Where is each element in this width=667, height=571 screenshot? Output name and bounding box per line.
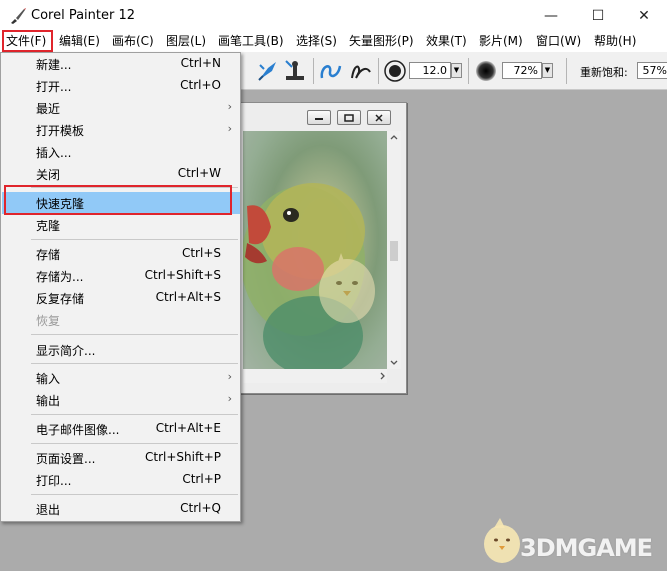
horizontal-scrollbar[interactable] <box>243 369 387 383</box>
parrot-image <box>243 183 375 369</box>
menu-help[interactable]: 帮助(H) <box>594 33 636 50</box>
file-menu-dropdown: 新建... Ctrl+N 打开... Ctrl+O 最近 › 打开模板 › 插入… <box>0 52 241 522</box>
chevron-right-icon: › <box>227 100 232 113</box>
menu-item-exit[interactable]: 退出 Ctrl+Q <box>2 498 240 520</box>
menu-edit[interactable]: 编辑(E) <box>59 33 100 50</box>
menu-select[interactable]: 选择(S) <box>296 33 337 50</box>
menu-effects[interactable]: 效果(T) <box>426 33 467 50</box>
toolbar-separator <box>468 58 469 84</box>
chevron-right-icon: › <box>227 122 232 135</box>
toolbar-separator <box>566 58 567 84</box>
menu-item-email-image[interactable]: 电子邮件图像... Ctrl+Alt+E <box>2 418 240 440</box>
chevron-right-icon: › <box>227 370 232 383</box>
menu-item-clone[interactable]: 克隆 <box>2 214 240 236</box>
document-title-bar <box>237 103 406 131</box>
brush-size-icon <box>384 60 406 82</box>
window-title: Corel Painter 12 <box>31 8 136 23</box>
menu-separator <box>31 414 238 415</box>
menu-item-close[interactable]: 关闭 Ctrl+W <box>2 163 240 185</box>
menu-window[interactable]: 窗口(W) <box>536 33 581 50</box>
menu-item-export[interactable]: 输出 › <box>2 389 240 411</box>
menu-item-iterative-save[interactable]: 反复存储 Ctrl+Alt+S <box>2 287 240 309</box>
menu-canvas[interactable]: 画布(C) <box>112 33 154 50</box>
vertical-scrollbar[interactable] <box>387 131 401 369</box>
menu-item-save-as[interactable]: 存储为... Ctrl+Shift+S <box>2 265 240 287</box>
restore-icon <box>344 113 354 122</box>
menu-separator <box>31 363 238 364</box>
stamp-icon[interactable] <box>283 58 307 84</box>
minimize-button[interactable]: — <box>528 0 574 31</box>
scrollbar-arrows <box>390 135 398 365</box>
stroke-freehand-icon[interactable] <box>348 58 374 84</box>
menu-movie[interactable]: 影片(M) <box>479 33 523 50</box>
toolbar-separator <box>313 58 314 84</box>
close-button[interactable]: ✕ <box>621 0 667 31</box>
opacity-field[interactable]: 72% <box>502 62 542 79</box>
chevron-right-icon: › <box>227 392 232 405</box>
doc-restore-button[interactable] <box>337 110 361 125</box>
menu-item-insert[interactable]: 插入... <box>2 141 240 163</box>
resaturation-field[interactable]: 57% <box>637 62 667 79</box>
menu-vector-shapes[interactable]: 矢量图形(P) <box>349 33 414 50</box>
scrollbar-arrows <box>380 372 385 380</box>
watermark-text: 3DMGAME <box>520 534 653 562</box>
menu-item-open-template[interactable]: 打开模板 › <box>2 119 240 141</box>
opacity-dropdown[interactable]: ▼ <box>542 63 553 78</box>
toolbar-separator <box>378 58 379 84</box>
menu-item-save[interactable]: 存储 Ctrl+S <box>2 243 240 265</box>
stroke-curve-icon[interactable] <box>318 58 344 84</box>
menu-separator <box>31 334 238 335</box>
minimize-icon <box>315 117 323 120</box>
menu-bar: 文件(F) 编辑(E) 画布(C) 图层(L) 画笔工具(B) 选择(S) 矢量… <box>0 31 667 52</box>
resaturation-label: 重新饱和: <box>580 66 628 79</box>
feather-brush-icon[interactable] <box>256 58 280 84</box>
menu-item-revert: 恢复 <box>36 314 61 328</box>
maximize-button[interactable]: ☐ <box>575 0 621 31</box>
menu-item-page-setup[interactable]: 页面设置... Ctrl+Shift+P <box>2 447 240 469</box>
menu-item-get-info[interactable]: 显示简介... <box>2 339 240 361</box>
opacity-icon <box>476 61 496 81</box>
menu-item-recent[interactable]: 最近 › <box>2 97 240 119</box>
document-window <box>236 102 407 394</box>
doc-close-button[interactable] <box>367 110 391 125</box>
doc-minimize-button[interactable] <box>307 110 331 125</box>
menu-layers[interactable]: 图层(L) <box>166 33 206 50</box>
menu-separator <box>31 443 238 444</box>
image-canvas[interactable] <box>243 131 387 369</box>
menu-brush-tools[interactable]: 画笔工具(B) <box>218 33 284 50</box>
menu-item-new[interactable]: 新建... Ctrl+N <box>2 53 240 75</box>
close-icon <box>375 113 383 122</box>
menu-separator <box>31 239 238 240</box>
menu-item-import[interactable]: 输入 › <box>2 367 240 389</box>
title-bar: Corel Painter 12 — ☐ ✕ <box>0 0 667 31</box>
brush-size-dropdown[interactable]: ▼ <box>451 63 462 78</box>
quick-clone-annotation-box <box>4 185 232 215</box>
brush-icon <box>11 8 26 24</box>
brush-size-field[interactable]: 12.0 <box>409 62 451 79</box>
menu-item-print[interactable]: 打印... Ctrl+P <box>2 469 240 491</box>
menu-separator <box>31 494 238 495</box>
file-menu-annotation-box <box>2 30 53 52</box>
menu-item-open[interactable]: 打开... Ctrl+O <box>2 75 240 97</box>
